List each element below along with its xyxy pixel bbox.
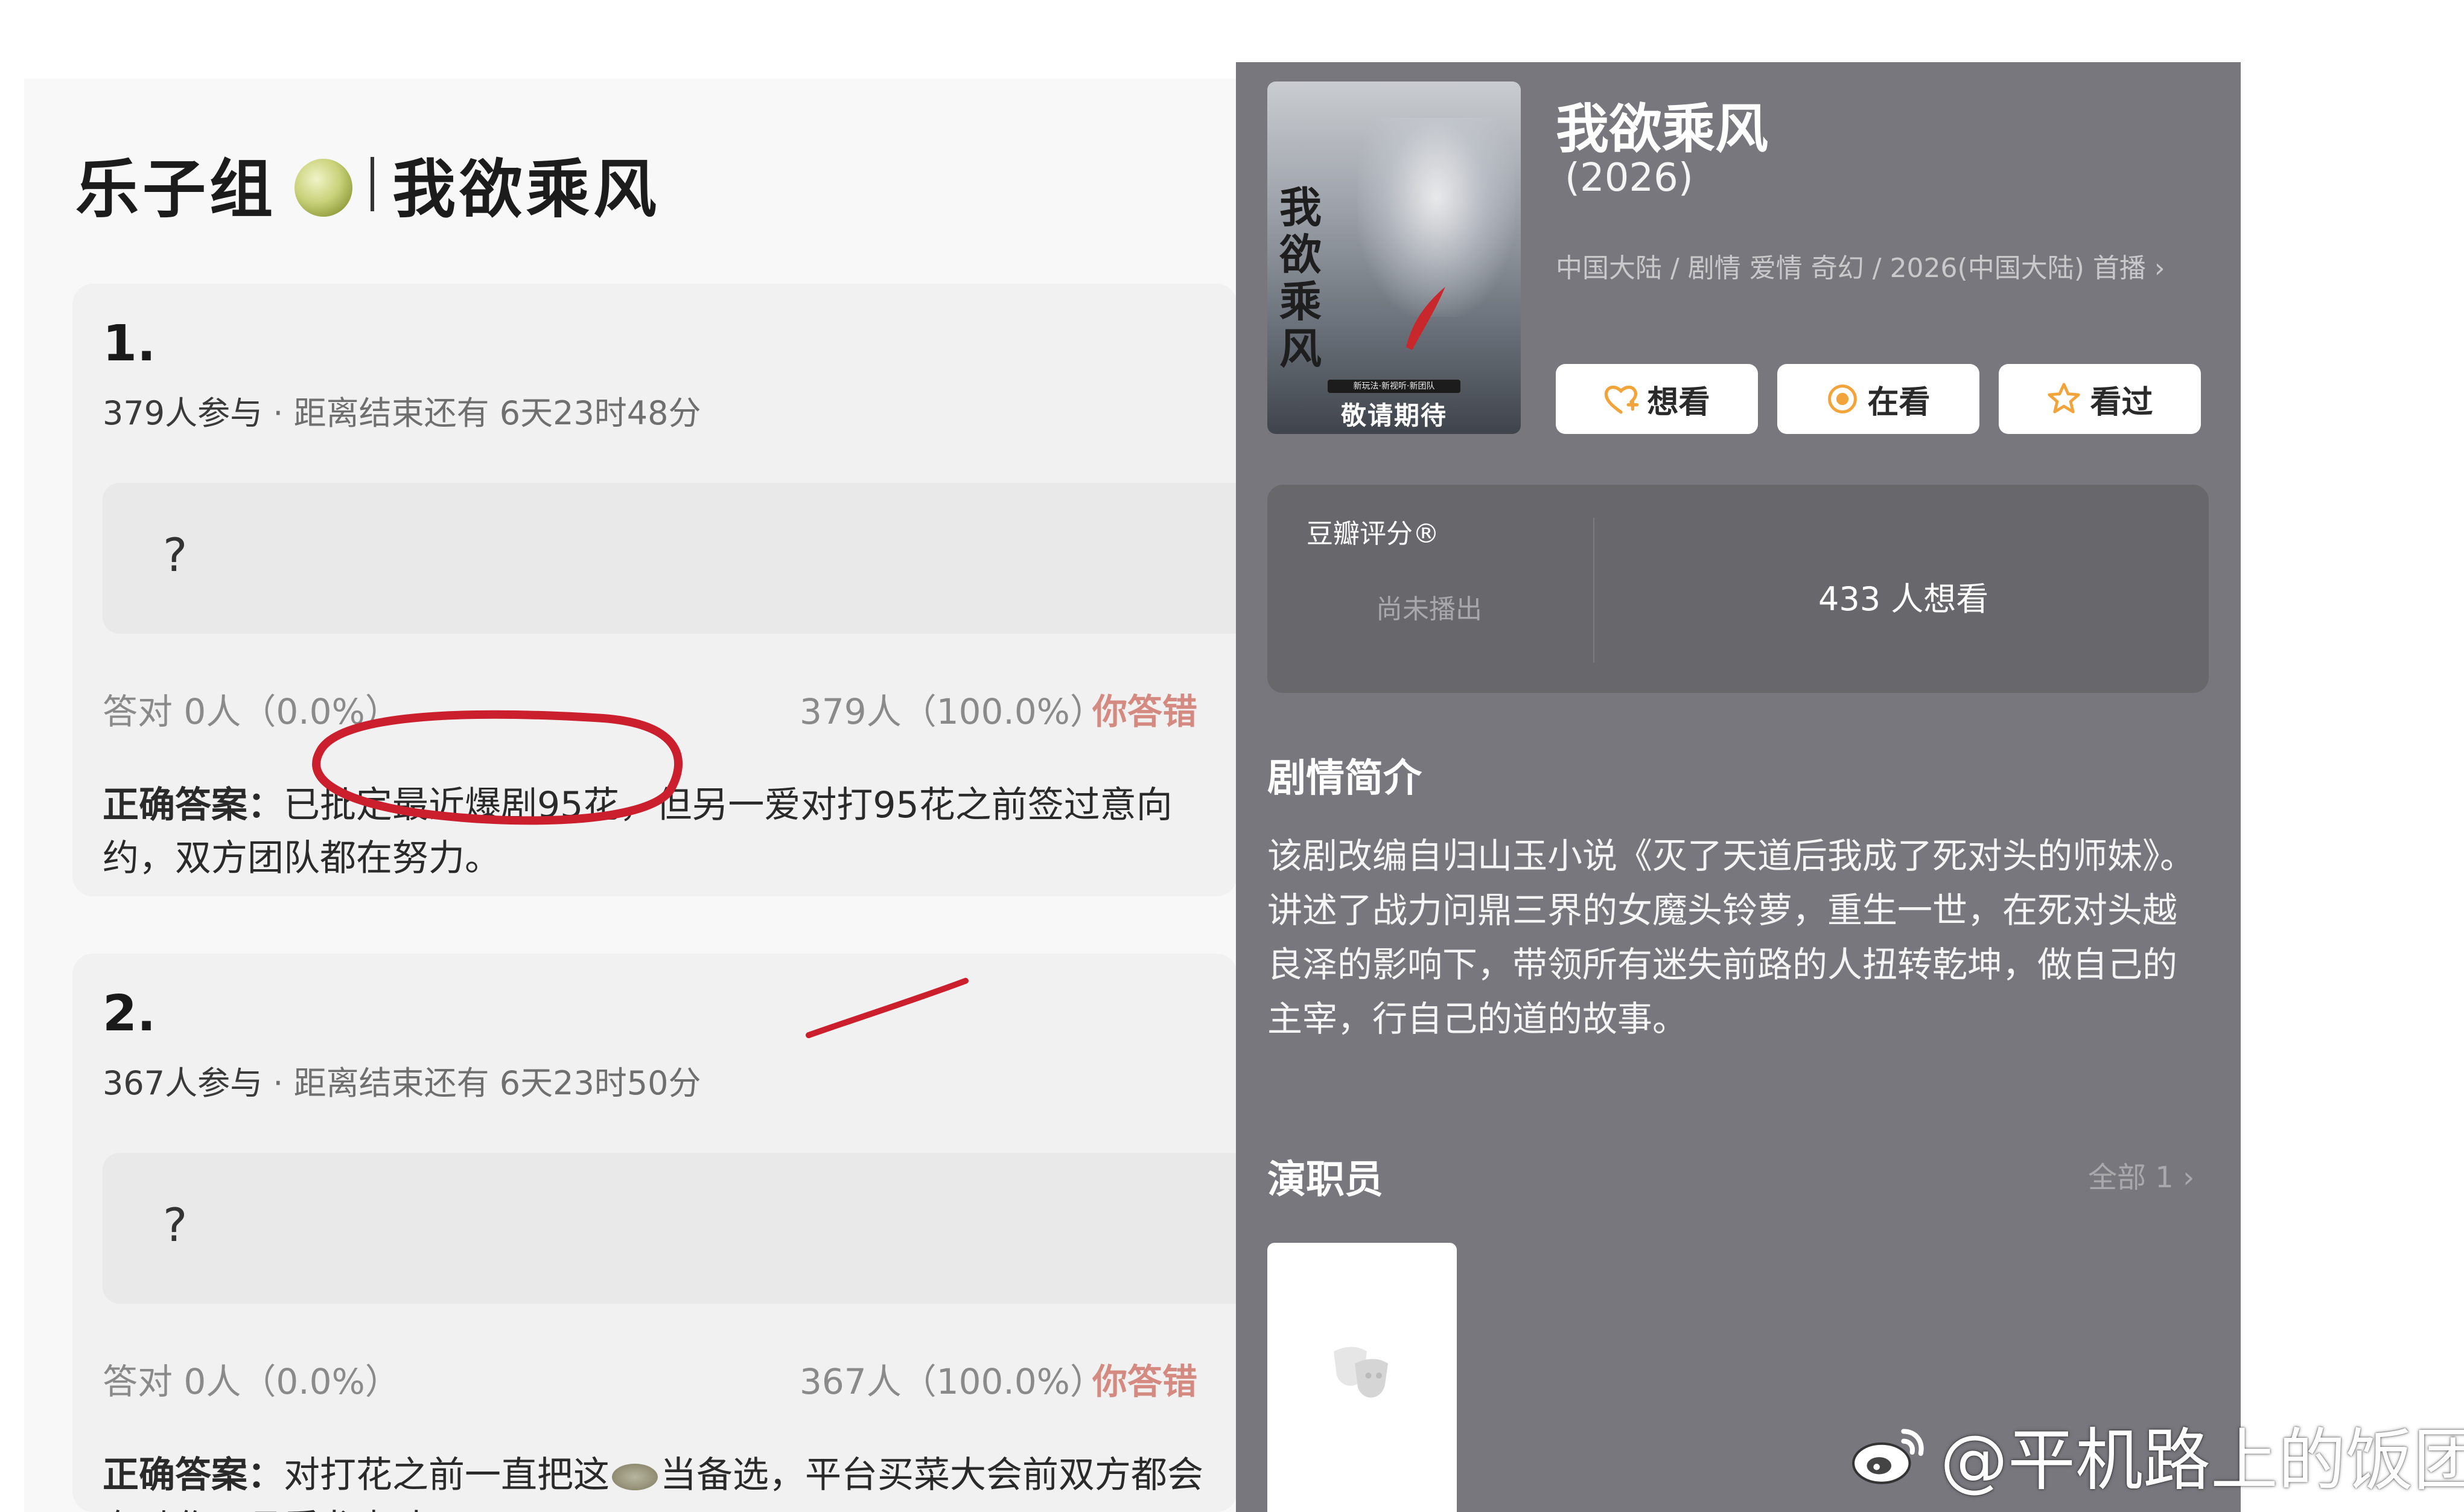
rating-box[interactable]: 豆瓣评分® 尚未播出 433 人想看 — [1267, 485, 2209, 693]
cast-all-link[interactable]: 全部 1 › — [2088, 1153, 2194, 1196]
chevron-right-icon: › — [2183, 1161, 2195, 1195]
drama-title: 我欲乘风 — [1556, 98, 1769, 160]
douban-detail-panel: 我欲乘风 新玩法·新视听·新团队 敬请期待 我欲乘风 (2026) 中国大陆 /… — [1236, 62, 2241, 1512]
rating-label: 豆瓣评分® — [1307, 518, 1439, 549]
poster-coming-soon: 敬请期待 — [1340, 401, 1447, 430]
weibo-watermark: @平机路上的饭团 — [1850, 1406, 2464, 1503]
annotation-circle — [312, 710, 683, 825]
poster-image[interactable]: 我欲乘风 新玩法·新视听·新团队 敬请期待 — [1267, 81, 1521, 434]
chevron-right-icon: › — [2154, 253, 2165, 284]
annotation-layer — [312, 710, 969, 1038]
poster-red-figure — [1406, 287, 1445, 350]
cast-heading: 演职员 — [1267, 1158, 1383, 1202]
heart-plus-icon — [1605, 386, 1639, 414]
want-to-watch-button[interactable]: 想看 — [1556, 364, 1758, 434]
cast-member-card[interactable] — [1267, 1243, 1457, 1512]
rating-divider — [1593, 518, 1594, 663]
watched-button[interactable]: 看过 — [1999, 364, 2201, 434]
watching-circle-icon — [1828, 384, 1858, 413]
cast-all-label: 全部 1 — [2088, 1161, 2174, 1195]
synopsis-text: 该剧改编自归山玉小说《灭了天道后我成了死对头的师妹》。讲述了战力问鼎三界的女魔头… — [1267, 835, 2195, 1039]
poster-title: 我欲乘风 — [1279, 182, 1322, 374]
watermark-text: @平机路上的饭团 — [1940, 1421, 2464, 1500]
watching-label: 在看 — [1867, 384, 1931, 421]
weibo-logo-icon — [1852, 1429, 1924, 1484]
theater-masks-icon — [1334, 1347, 1388, 1398]
annotation-stroke — [806, 978, 969, 1038]
want-count: 433 人想看 — [1818, 580, 1989, 618]
want-to-watch-label: 想看 — [1647, 384, 1710, 421]
watched-label: 看过 — [2090, 384, 2153, 421]
rating-status: 尚未播出 — [1376, 594, 1482, 625]
watching-button[interactable]: 在看 — [1777, 364, 1979, 434]
poster-tag: 新玩法·新视听·新团队 — [1328, 380, 1460, 393]
release-year: (2026) — [1565, 156, 1693, 200]
drama-info-link[interactable]: 中国大陆 / 剧情 爱情 奇幻 / 2026(中国大陆) 首播 › — [1556, 246, 2165, 285]
synopsis-heading: 剧情简介 — [1267, 756, 1422, 801]
drama-info-text: 中国大陆 / 剧情 爱情 奇幻 / 2026(中国大陆) 首播 — [1556, 253, 2146, 284]
star-outline-icon — [2048, 383, 2081, 413]
